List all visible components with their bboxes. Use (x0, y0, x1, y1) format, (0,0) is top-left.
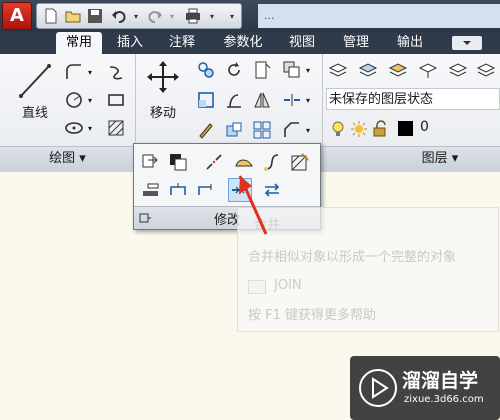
explode-icon[interactable] (222, 118, 246, 142)
tab-annotate[interactable]: 注释 (160, 32, 204, 54)
rectangle-icon[interactable] (104, 88, 128, 112)
layer-previous-icon[interactable] (446, 58, 470, 82)
red-arrow-annotation (238, 175, 268, 235)
break-at-point-icon[interactable] (166, 178, 190, 202)
tab-home[interactable]: 常用 (56, 32, 102, 54)
mirror-icon[interactable] (250, 88, 274, 112)
trim-icon[interactable] (250, 58, 274, 82)
plot-dropdown-icon[interactable]: ▾ (207, 6, 217, 26)
layers-panel-title[interactable]: 图层 ▾ (380, 149, 500, 169)
layer-properties-icon[interactable] (326, 58, 350, 82)
spline-icon[interactable] (104, 60, 128, 84)
ellipse-dropdown-icon[interactable]: ▾ (86, 116, 94, 140)
save-icon[interactable] (85, 6, 105, 26)
watermark-logo: 溜溜自学 zixue.3d66.com (350, 356, 500, 420)
layer-dropdown[interactable]: 0 (328, 118, 498, 140)
watermark-name: 溜溜自学 (402, 370, 479, 392)
redo-icon[interactable] (145, 6, 165, 26)
watermark-url: zixue.3d66.com (404, 394, 484, 405)
layer-state-icon[interactable] (356, 58, 380, 82)
redo-dropdown-icon[interactable]: ▾ (167, 6, 177, 26)
ribbon-minimize-button[interactable] (452, 36, 482, 50)
tab-manage[interactable]: 管理 (334, 32, 378, 54)
chamfer-icon[interactable] (280, 118, 304, 142)
new-icon[interactable] (41, 6, 61, 26)
stretch-icon[interactable] (194, 88, 218, 112)
array-icon[interactable] (280, 58, 304, 82)
draworder-icon[interactable] (166, 150, 190, 174)
application-menu-button[interactable]: A (2, 2, 32, 30)
document-title: ... (258, 4, 500, 28)
lengthen-icon[interactable] (232, 150, 256, 174)
layer-isolate-icon[interactable] (386, 58, 410, 82)
undo-icon[interactable] (109, 6, 129, 26)
unlock-icon (372, 120, 388, 142)
tab-parametric[interactable]: 参数化 (214, 32, 272, 54)
current-layer-name: 0 (420, 119, 429, 135)
layer-match-icon[interactable] (416, 58, 440, 82)
edit-hatch-icon[interactable] (288, 150, 312, 174)
draw-panel-title[interactable]: 绘图 ▾ (0, 149, 135, 169)
sun-freeze-icon (350, 120, 368, 142)
open-icon[interactable] (63, 6, 83, 26)
ellipse-icon[interactable] (62, 116, 86, 140)
polyline-dropdown-icon[interactable]: ▾ (86, 60, 94, 84)
tab-view[interactable]: 视图 (280, 32, 324, 54)
matchprop-icon[interactable] (138, 150, 162, 174)
move-label[interactable]: 移动 (142, 102, 184, 121)
layer-color-swatch (398, 121, 413, 136)
tooltip-help: 按 F1 键获得更多帮助 (248, 308, 377, 323)
rotate-icon[interactable] (222, 58, 246, 82)
scale-icon[interactable] (222, 88, 246, 112)
undo-dropdown-icon[interactable]: ▾ (131, 6, 141, 26)
command-icon (248, 280, 266, 294)
customize-qat-icon[interactable]: ▾ (227, 6, 237, 26)
quick-access-toolbar: ▾ ▾ ▾ ▾ (36, 3, 242, 29)
break-icon[interactable] (202, 150, 226, 174)
offset-icon[interactable] (250, 118, 274, 142)
extend-icon[interactable] (194, 178, 218, 202)
panel-divider (322, 54, 323, 146)
play-logo-icon (359, 369, 397, 407)
tab-insert[interactable]: 插入 (108, 32, 152, 54)
array-dropdown-icon[interactable]: ▾ (304, 58, 312, 82)
line-tool-label[interactable]: 直线 (16, 102, 54, 121)
tab-output[interactable]: 输出 (388, 32, 432, 54)
align-icon[interactable] (138, 178, 162, 202)
ribbon-tabs: 常用 插入 注释 参数化 视图 管理 输出 (0, 32, 500, 54)
fillet-icon[interactable] (280, 88, 304, 112)
erase-icon[interactable] (194, 118, 218, 142)
copy-icon[interactable] (194, 58, 218, 82)
blend-curves-icon[interactable] (260, 150, 284, 174)
pin-icon[interactable] (138, 210, 152, 230)
circle-icon[interactable] (62, 88, 86, 112)
move-icon[interactable] (146, 60, 180, 94)
line-tool-icon[interactable] (13, 60, 55, 102)
plot-icon[interactable] (183, 6, 203, 26)
polyline-icon[interactable] (62, 60, 86, 84)
circle-dropdown-icon[interactable]: ▾ (86, 88, 94, 112)
fillet-dropdown-icon[interactable]: ▾ (304, 88, 312, 112)
layer-walk-icon[interactable] (474, 58, 498, 82)
layer-state-dropdown[interactable]: 未保存的图层状态 (326, 88, 500, 110)
lightbulb-icon (330, 120, 346, 142)
tooltip-command: JOIN (274, 278, 302, 293)
tooltip-description: 合并相似对象以形成一个完整的对象 (248, 250, 457, 265)
hatch-icon[interactable] (104, 116, 128, 140)
panel-divider (135, 54, 136, 146)
chamfer-dropdown-icon[interactable]: ▾ (304, 118, 312, 142)
